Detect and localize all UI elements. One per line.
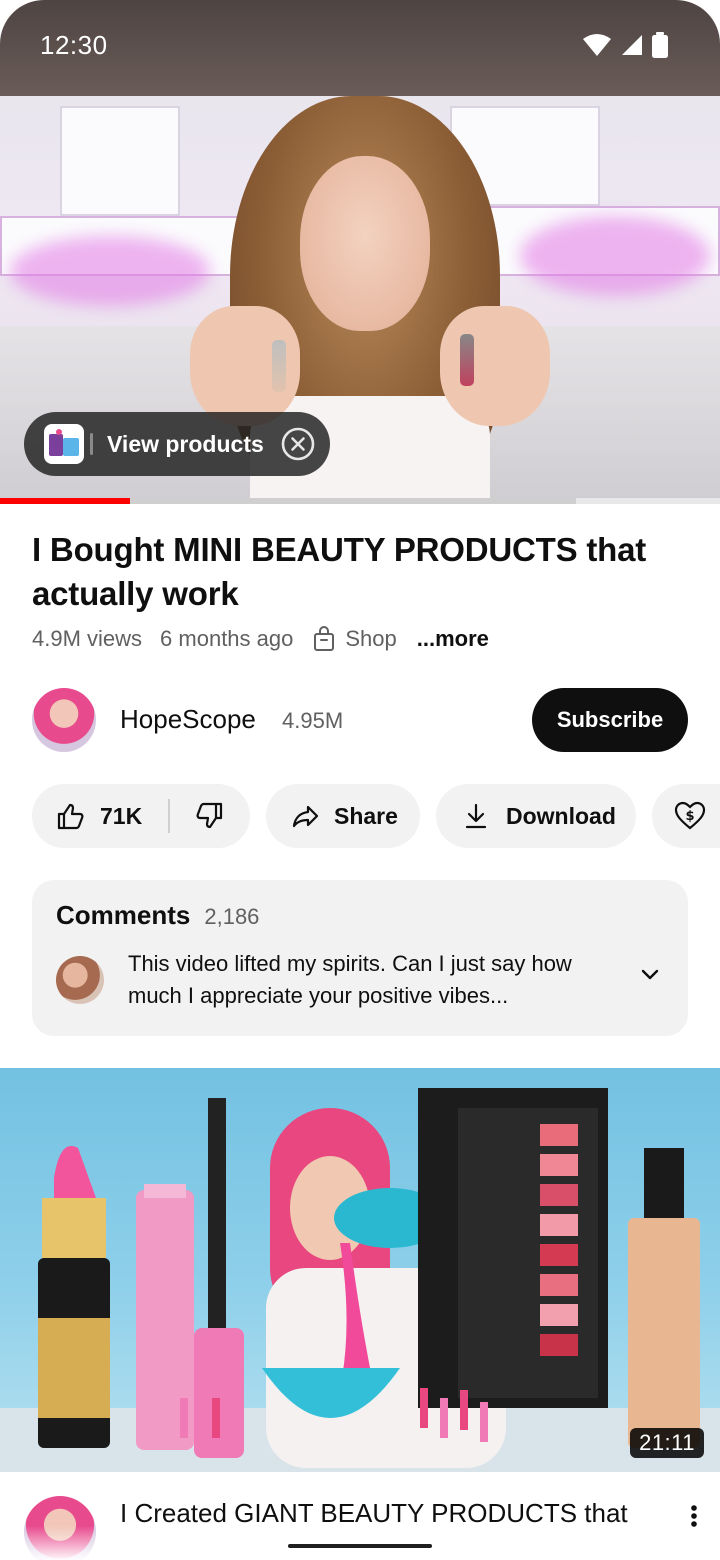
top-comment-text: This video lifted my spirits. Can I just… [128, 951, 572, 1008]
wifi-icon [583, 34, 611, 56]
comments-card[interactable]: Comments 2,186 This video lifted my spir… [32, 880, 688, 1036]
download-icon [465, 803, 487, 829]
progress-played [0, 498, 130, 504]
pink-light [520, 216, 710, 296]
thanks-button[interactable]: $ [652, 784, 720, 848]
divider [90, 433, 93, 455]
video-meta[interactable]: 4.9M views 6 months ago Shop ...more [32, 624, 489, 654]
thumbs-down-icon[interactable] [194, 801, 224, 831]
download-button[interactable]: Download [436, 784, 636, 848]
comments-label: Comments [56, 900, 191, 930]
comments-count: 2,186 [204, 904, 260, 929]
heart-dollar-icon: $ [674, 801, 706, 830]
shop-label: Shop [345, 626, 397, 651]
like-divider [168, 799, 171, 833]
commenter-avatar [56, 956, 104, 1004]
person-face [300, 156, 430, 331]
thumbnail-artwork [0, 1088, 720, 1472]
like-button[interactable]: 71K [56, 801, 142, 831]
products-thumbnail-icon [44, 424, 84, 464]
lip-gloss-bottle [460, 334, 474, 386]
status-bar: 12:30 [0, 0, 720, 96]
shopping-bag-icon [314, 626, 335, 651]
comments-header: Comments 2,186 [56, 900, 259, 931]
close-icon[interactable] [280, 426, 316, 462]
shop-link[interactable]: Shop [313, 626, 397, 652]
share-button[interactable]: Share [266, 784, 420, 848]
status-icons [582, 32, 668, 58]
download-label: Download [506, 802, 616, 829]
battery-icon [652, 32, 668, 58]
like-dislike-group: 71K [32, 784, 250, 848]
next-video-thumbnail[interactable]: 21:11 [0, 1068, 720, 1472]
next-video-title[interactable]: I Created GIANT BEAUTY PRODUCTS that [120, 1498, 628, 1529]
more-link[interactable]: ...more [417, 626, 489, 652]
more-options-icon[interactable] [690, 1504, 698, 1528]
phone-screen: 12:30 View products I Bought MINI BEAUTY… [0, 0, 720, 1560]
channel-name[interactable]: HopeScope [120, 704, 256, 735]
channel-avatar[interactable] [32, 688, 96, 752]
share-label: Share [334, 802, 398, 829]
video-title[interactable]: I Bought MINI BEAUTY PRODUCTS that actua… [32, 528, 692, 616]
right-hand [440, 306, 550, 426]
concealer-bottle [272, 340, 286, 392]
bottom-fade [0, 1526, 720, 1560]
subscriber-count: 4.95M [282, 708, 344, 733]
view-products-button[interactable]: View products [24, 412, 330, 476]
subscribe-button[interactable]: Subscribe [532, 688, 688, 752]
cell-signal-icon [622, 35, 642, 55]
svg-text:$: $ [685, 809, 694, 824]
view-count: 4.9M views [32, 626, 143, 651]
channel-row[interactable]: HopeScope 4.95M Subscribe [32, 688, 688, 752]
share-arrow-icon [292, 805, 319, 828]
upload-age: 6 months ago [160, 626, 294, 651]
thumbs-up-icon [57, 803, 84, 830]
shelf [60, 106, 180, 216]
pink-light [10, 236, 210, 306]
home-indicator[interactable] [288, 1544, 432, 1548]
view-products-label: View products [107, 430, 264, 457]
chevron-down-icon[interactable] [640, 968, 660, 982]
video-progress-bar[interactable] [0, 498, 720, 504]
video-duration-badge: 21:11 [630, 1428, 704, 1458]
video-player[interactable]: View products [0, 96, 720, 502]
like-count: 71K [100, 802, 143, 829]
status-time: 12:30 [40, 30, 108, 60]
